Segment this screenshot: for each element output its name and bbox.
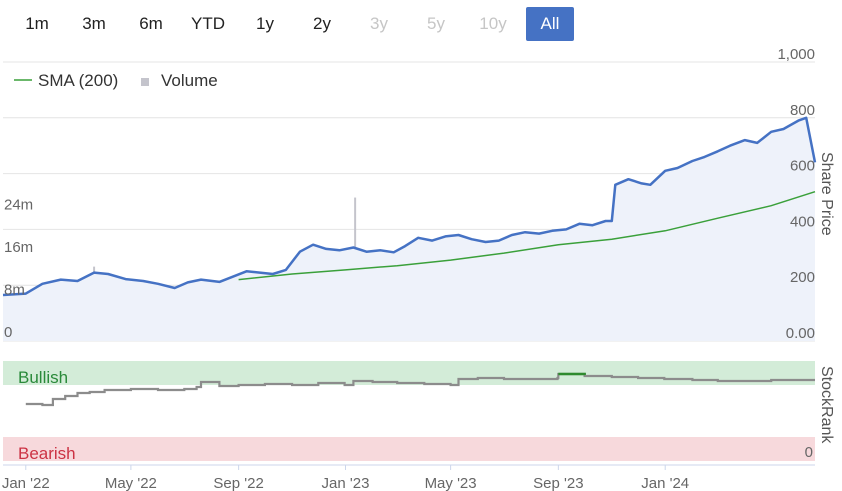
legend-sma-label[interactable]: SMA (200): [38, 71, 118, 90]
legend-volume-swatch: [141, 78, 149, 86]
price-axis-title: Share Price: [818, 152, 835, 236]
x-tick-label: Jan '24: [641, 475, 689, 491]
bearish-label: Bearish: [18, 444, 76, 463]
price-tick-label: 1,000: [777, 46, 815, 63]
stockrank-tick-label: 0: [805, 444, 813, 461]
price-tick-label: 200: [790, 269, 815, 286]
price-tick-label: 600: [790, 158, 815, 175]
x-tick-label: Jan '22: [2, 475, 50, 491]
x-axis-ticks: Jan '22 May '22 Sep '22 Jan '23 May '23 Sep '…: [2, 464, 815, 491]
stockrank-highlight-line: [558, 372, 586, 376]
bearish-band: [3, 437, 815, 461]
x-tick-label: Sep '22: [213, 475, 263, 491]
volume-tick-label: 8m: [4, 282, 25, 299]
stockrank-panel: Bullish Bearish 0: [3, 361, 815, 463]
volume-tick-label: 16m: [4, 239, 33, 256]
x-tick-label: May '22: [105, 475, 157, 491]
legend: SMA (200) Volume: [14, 71, 218, 90]
legend-volume-label[interactable]: Volume: [161, 71, 218, 90]
stockrank-axis-title: StockRank: [818, 366, 835, 444]
price-tick-label: 0.00: [786, 325, 815, 342]
bullish-band: [3, 361, 815, 385]
bullish-label: Bullish: [18, 368, 68, 387]
price-tick-label: 800: [790, 102, 815, 119]
volume-tick-label: 24m: [4, 197, 33, 214]
x-tick-label: May '23: [425, 475, 477, 491]
x-tick-label: Jan '23: [322, 475, 370, 491]
x-tick-label: Sep '23: [533, 475, 583, 491]
volume-tick-label: 0: [4, 324, 12, 341]
price-tick-label: 400: [790, 213, 815, 230]
price-chart: 0.00 200 400 600 800 1,000 0 8m 16m 24m Share Pr…: [2, 46, 835, 491]
